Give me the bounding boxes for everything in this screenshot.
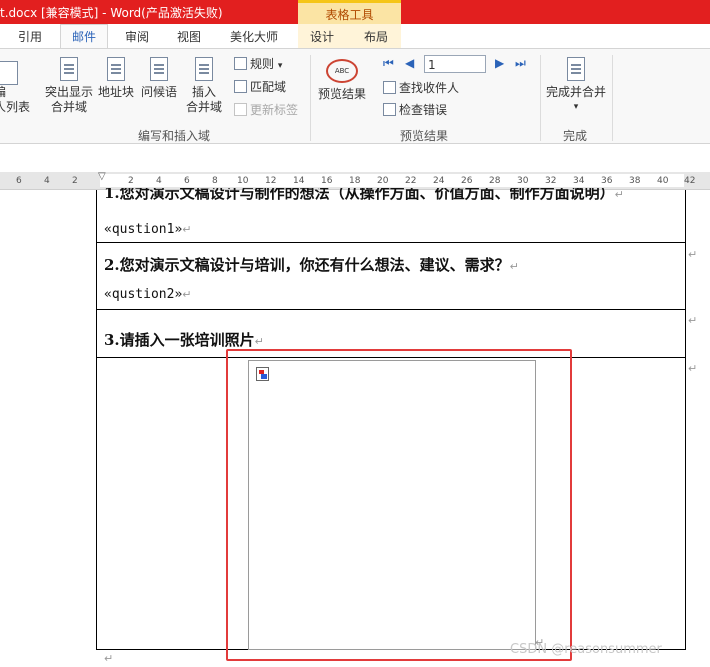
ruler-tick: 32 (545, 176, 557, 186)
ribbon-tabs: 引用 邮件 审阅 视图 美化大师 设计 布局 (0, 24, 710, 49)
tab-design[interactable]: 设计 (310, 28, 334, 45)
preview-abc-icon: ABC (326, 59, 358, 83)
ribbon: 编 人列表 突出显示 合并域 地址块 问候语 插入 合并域 规则 ▾ 匹配域 更… (0, 48, 710, 144)
group-separator (310, 55, 311, 141)
find-recipient-label: 查找收件人 (399, 81, 460, 95)
group-separator (540, 55, 541, 141)
ruler-tick: 42 (684, 176, 696, 186)
ruler-tick: 4 (156, 176, 162, 186)
ruler-tick: 12 (265, 176, 277, 186)
chevron-down-icon: ▾ (573, 102, 579, 112)
ruler-tick: 4 (44, 176, 50, 186)
ruler-tick: 40 (657, 176, 669, 186)
greeting-line-label: 问候语 (140, 85, 177, 99)
update-labels-button[interactable]: 更新标签 (234, 102, 298, 118)
ruler-tick: 22 (405, 176, 417, 186)
rules-icon (234, 57, 247, 70)
address-block-label: 地址块 (98, 85, 135, 99)
finish-merge-icon (567, 57, 585, 81)
tab-view[interactable]: 视图 (177, 28, 201, 45)
last-record-icon[interactable]: ⏭ (515, 56, 526, 71)
tab-layout[interactable]: 布局 (364, 28, 388, 45)
insert-field-icon (195, 57, 213, 81)
match-fields-icon (234, 80, 247, 93)
next-record-icon[interactable]: ▶ (495, 56, 504, 70)
edit-recipient-list-button[interactable]: 编 人列表 (0, 61, 30, 115)
update-labels-label: 更新标签 (250, 103, 299, 117)
address-block-button[interactable]: 地址块 (98, 57, 134, 100)
ruler-tick: 10 (237, 176, 249, 186)
tab-mailings[interactable]: 邮件 (72, 28, 96, 45)
ruler-tick: 16 (321, 176, 333, 186)
question-1-text: 1.您对演示文稿设计与制作的想法（从操作方面、价值方面、制作方面说明）↵ (104, 188, 624, 202)
check-errors-button[interactable]: 检查错误 (383, 102, 447, 118)
address-block-icon (107, 57, 125, 81)
ruler-tick: 2 (128, 176, 134, 186)
tab-references[interactable]: 引用 (18, 28, 42, 45)
insert-merge-field-button[interactable]: 插入 合并域 (182, 57, 226, 115)
ruler-tick: 24 (433, 176, 445, 186)
document-end-mark: ↵ (104, 652, 114, 665)
row-end-mark: ↵ (688, 314, 698, 327)
update-labels-icon (234, 103, 247, 116)
ruler-tick: 26 (461, 176, 473, 186)
rules-button[interactable]: 规则 ▾ (234, 56, 282, 74)
tab-beautify[interactable]: 美化大师 (230, 28, 278, 45)
greeting-line-button[interactable]: 问候语 (140, 57, 178, 100)
check-errors-icon (383, 103, 396, 116)
ruler-tick: 8 (212, 176, 218, 186)
highlight-merge-fields-label: 突出显示 合并域 (44, 85, 93, 114)
check-errors-label: 检查错误 (399, 103, 448, 117)
find-recipient-button[interactable]: 查找收件人 (383, 80, 459, 96)
watermark: CSDN @reasonsummer (510, 642, 662, 657)
tab-review[interactable]: 审阅 (125, 28, 149, 45)
ruler-tick: 6 (184, 176, 190, 186)
ruler-tick: 14 (293, 176, 305, 186)
question-3-text: 3.请插入一张培训照片↵ (104, 331, 264, 349)
record-number-input[interactable]: 1 (424, 55, 486, 73)
greeting-line-icon (150, 57, 168, 81)
question-2-text: 2.您对演示文稿设计与培训，你还有什么想法、建议、需求？↵ (104, 256, 519, 274)
match-fields-label: 匹配域 (250, 80, 287, 94)
ruler-tick: 30 (517, 176, 529, 186)
ruler-tick: 6 (16, 176, 22, 186)
find-recipient-icon (383, 81, 396, 94)
ruler-tick: 2 (72, 176, 78, 186)
edit-list-label: 编 人列表 (0, 85, 31, 114)
highlight-merge-fields-button[interactable]: 突出显示 合并域 (44, 57, 94, 115)
red-highlight-box (226, 349, 572, 661)
ribbon-gap (0, 144, 710, 172)
group-label-write-insert: 编写和插入域 (138, 129, 211, 143)
ruler-tick: 18 (349, 176, 361, 186)
preview-results-button[interactable]: ABC 预览结果 (316, 59, 368, 102)
group-separator (612, 55, 613, 141)
edit-list-icon (0, 61, 18, 85)
match-fields-button[interactable]: 匹配域 (234, 79, 286, 95)
finish-merge-button[interactable]: 完成并合并 ▾ (544, 57, 608, 115)
row-end-mark: ↵ (688, 362, 698, 375)
chevron-down-icon: ▾ (277, 61, 283, 71)
preview-results-label: 预览结果 (317, 87, 366, 101)
table-tools-context-label: 表格工具 (298, 0, 401, 24)
finish-merge-label: 完成并合并 (545, 85, 606, 99)
insert-merge-field-label: 插入 合并域 (185, 85, 222, 114)
group-label-finish: 完成 (563, 129, 588, 143)
ruler-tick: 28 (489, 176, 501, 186)
first-line-indent-marker[interactable]: ▽ (98, 171, 106, 182)
group-label-preview: 预览结果 (400, 129, 449, 143)
document-icon (60, 57, 78, 81)
ruler-tick: 34 (573, 176, 585, 186)
ruler-tick: 36 (601, 176, 613, 186)
merge-field-question2[interactable]: «qustion2»↵ (104, 287, 192, 302)
table-row-border (96, 242, 686, 243)
table-row-border (96, 309, 686, 310)
merge-field-question1[interactable]: «qustion1»↵ (104, 222, 192, 237)
row-end-mark: ↵ (688, 248, 698, 261)
first-record-icon[interactable]: ⏮ (383, 56, 394, 71)
previous-record-icon[interactable]: ◀ (405, 56, 414, 70)
ruler-tick: 20 (377, 176, 389, 186)
window-title: t.docx [兼容模式] - Word(产品激活失败) (0, 6, 223, 20)
ruler-tick: 38 (629, 176, 641, 186)
rules-label: 规则 (250, 57, 275, 71)
